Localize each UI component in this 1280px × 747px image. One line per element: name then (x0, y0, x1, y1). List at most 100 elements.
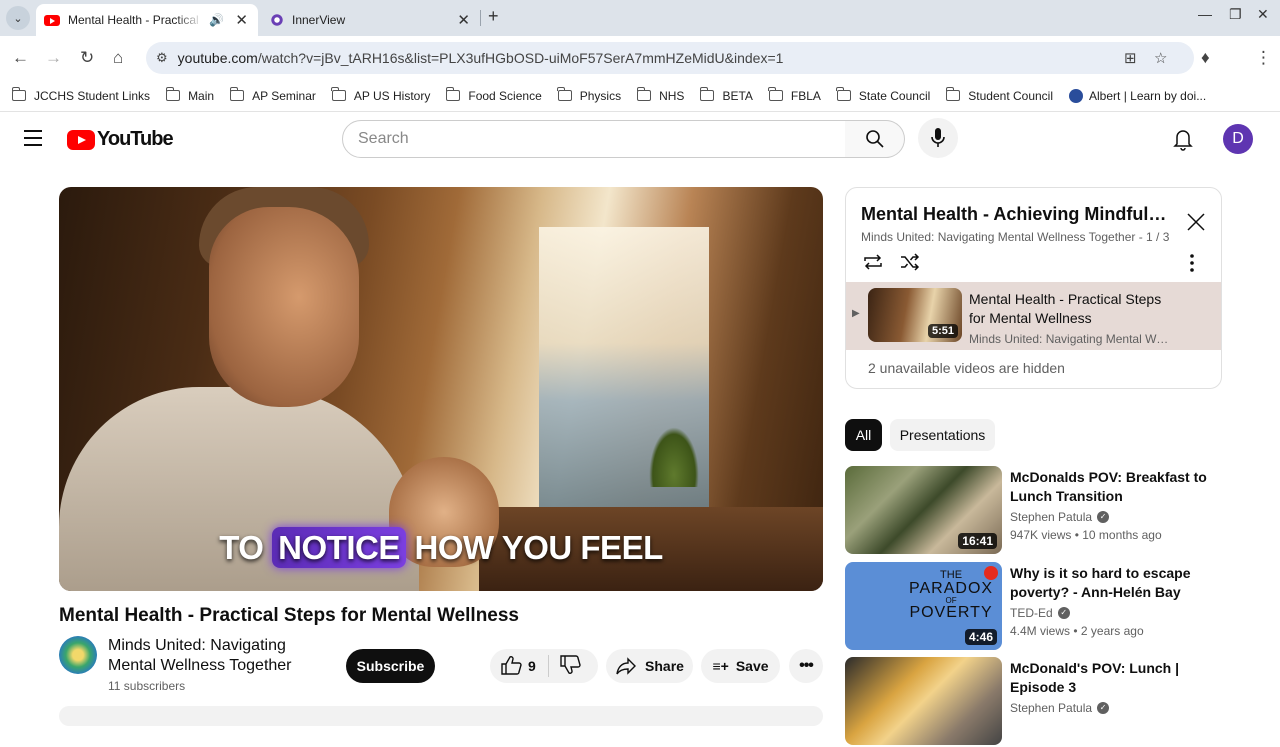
folder-icon (331, 87, 346, 101)
bookmark-ap-us-history[interactable]: AP US History (331, 87, 430, 103)
save-label: Save (735, 658, 769, 674)
verified-icon: ✓ (1057, 607, 1070, 619)
recommendation-thumbnail[interactable]: THE PARADOX OF POVERTY 4:46 (845, 562, 1002, 650)
channel-avatar[interactable] (59, 636, 97, 674)
innerview-favicon-icon (270, 13, 284, 27)
recommendation-title[interactable]: McDonald's POV: Lunch | Episode 3 (1010, 659, 1210, 697)
restore-icon[interactable]: ❐ (1229, 6, 1242, 23)
playlist-item-current[interactable]: ▶ 5:51 Mental Health - Practical Steps f… (846, 282, 1221, 350)
home-icon[interactable]: ⌂ (113, 48, 123, 68)
albert-favicon-icon (1069, 88, 1084, 103)
reload-icon[interactable]: ↻ (80, 48, 94, 68)
close-window-icon[interactable]: ✕ (1257, 6, 1269, 23)
share-button[interactable]: Share (606, 649, 693, 683)
recommendation-thumbnail[interactable]: 16:41 (845, 466, 1002, 554)
folder-icon (636, 87, 652, 101)
tab-innerview[interactable]: InnerView ✕ (262, 4, 480, 36)
recommendation-item[interactable]: THE PARADOX OF POVERTY 4:46 Why is it so… (845, 562, 1225, 652)
bookmark-star-icon[interactable]: ☆ (1154, 49, 1167, 67)
subscribe-button[interactable]: Subscribe (346, 649, 435, 683)
folder-icon (945, 87, 961, 101)
like-dislike-group: 9 (490, 649, 598, 683)
youtube-play-logo-icon (67, 129, 95, 150)
thumbs-up-icon (501, 655, 522, 675)
folder-icon (557, 87, 572, 101)
bookmark-fbla[interactable]: FBLA (768, 87, 821, 103)
url-path: /watch?v=jBv_tARH16s&list=PLX3ufHGbOSD-u… (257, 50, 784, 66)
bookmark-beta[interactable]: BETA (699, 87, 753, 103)
youtube-logo[interactable]: YouTube (67, 128, 174, 151)
bookmark-nhs[interactable]: NHS (636, 87, 684, 103)
minimize-icon[interactable]: — (1198, 6, 1212, 22)
close-playlist-icon[interactable] (1186, 212, 1206, 237)
bookmark-state-council[interactable]: State Council (836, 87, 930, 103)
close-tab-icon[interactable]: ✕ (235, 11, 248, 29)
like-divider (547, 655, 549, 677)
bookmark-student-council[interactable]: Student Council (945, 87, 1053, 103)
playlist-item-title[interactable]: Mental Health - Practical Steps for Ment… (969, 290, 1169, 328)
bookmarks-bar: JCCHS Student Links Main AP Seminar AP U… (0, 80, 1280, 112)
new-tab-icon[interactable]: + (488, 6, 499, 27)
loop-icon[interactable] (862, 252, 884, 277)
bookmark-albert[interactable]: Albert | Learn by doi... (1069, 88, 1206, 103)
close-tab-icon[interactable]: ✕ (457, 11, 470, 29)
chip-presentations[interactable]: Presentations (890, 419, 995, 451)
description-box[interactable] (59, 706, 823, 726)
microphone-icon (931, 128, 945, 147)
duration-badge: 5:51 (927, 324, 958, 338)
chip-all[interactable]: All (845, 419, 882, 451)
search-icon (865, 130, 884, 148)
site-settings-icon[interactable]: ⚙ (156, 50, 168, 66)
bell-icon (1173, 130, 1193, 151)
more-actions-button[interactable]: ••• (789, 649, 823, 683)
tab-title: Mental Health - Practical Steps for Ment… (68, 13, 203, 27)
verified-icon: ✓ (1097, 511, 1110, 523)
recommendation-thumbnail[interactable] (845, 657, 1002, 745)
bookmark-main[interactable]: Main (165, 87, 214, 103)
notifications-button[interactable] (1170, 126, 1196, 157)
channel-name[interactable]: Minds United: Navigating Mental Wellness… (108, 636, 308, 676)
address-bar[interactable]: ⚙ youtube.com/watch?v=jBv_tARH16s&list=P… (146, 42, 1194, 74)
voice-search-button[interactable] (918, 118, 958, 158)
recommendation-item[interactable]: McDonald's POV: Lunch | Episode 3 Stephe… (845, 657, 1225, 747)
speaker-icon[interactable]: 🔊 (209, 13, 224, 27)
playlist-item-thumbnail[interactable]: 5:51 (868, 288, 962, 342)
bookmark-physics[interactable]: Physics (557, 87, 621, 103)
tab-youtube[interactable]: Mental Health - Practical Steps for Ment… (36, 4, 258, 36)
bookmark-food-science[interactable]: Food Science (445, 87, 542, 103)
forward-icon[interactable]: → (45, 48, 62, 68)
tab-search-button[interactable]: ⌄ (6, 6, 30, 30)
browser-menu-icon[interactable]: ⋮ (1255, 48, 1272, 68)
dislike-button[interactable] (559, 654, 581, 678)
install-app-icon[interactable]: ⊞ (1124, 49, 1137, 67)
share-label: Share (645, 658, 684, 674)
recommendation-item[interactable]: 16:41 McDonalds POV: Breakfast to Lunch … (845, 466, 1225, 556)
account-avatar[interactable]: D (1223, 124, 1253, 154)
recommendation-meta: 4.4M views • 2 years ago (1010, 624, 1144, 638)
recommendation-title[interactable]: Why is it so hard to escape poverty? - A… (1010, 564, 1210, 602)
hidden-videos-note: 2 unavailable videos are hidden (868, 360, 1065, 376)
save-button[interactable]: ≡+ Save (701, 649, 780, 683)
shuffle-icon[interactable] (899, 252, 921, 277)
bookmark-jcchs[interactable]: JCCHS Student Links (11, 87, 150, 103)
playlist-item-channel: Minds United: Navigating Mental Wellness… (969, 332, 1169, 346)
verified-icon: ✓ (1097, 702, 1110, 714)
like-button[interactable] (500, 655, 522, 678)
back-icon[interactable]: ← (12, 48, 29, 68)
menu-icon[interactable] (24, 130, 42, 151)
subscriber-count: 11 subscribers (108, 679, 186, 693)
bookmark-ap-seminar[interactable]: AP Seminar (229, 87, 316, 103)
playlist-more-icon[interactable] (1190, 254, 1194, 277)
recommendation-channel: Stephen Patula ✓ (1010, 701, 1110, 715)
playlist-title[interactable]: Mental Health - Achieving Mindfulness (861, 204, 1171, 225)
search-button[interactable] (845, 120, 905, 158)
folder-icon (229, 87, 245, 101)
logo-text: YouTube (97, 128, 174, 150)
thumbnail-plant (649, 427, 699, 487)
recommendation-title[interactable]: McDonalds POV: Breakfast to Lunch Transi… (1010, 468, 1210, 506)
video-player[interactable]: TO NOTICE HOW YOU FEEL (59, 187, 823, 591)
search-input[interactable]: Search (342, 120, 846, 158)
extensions-icon[interactable]: ♦ (1201, 48, 1210, 68)
now-playing-icon: ▶ (852, 308, 860, 319)
browser-tabstrip: ⌄ Mental Health - Practical Steps for Me… (0, 0, 1280, 36)
